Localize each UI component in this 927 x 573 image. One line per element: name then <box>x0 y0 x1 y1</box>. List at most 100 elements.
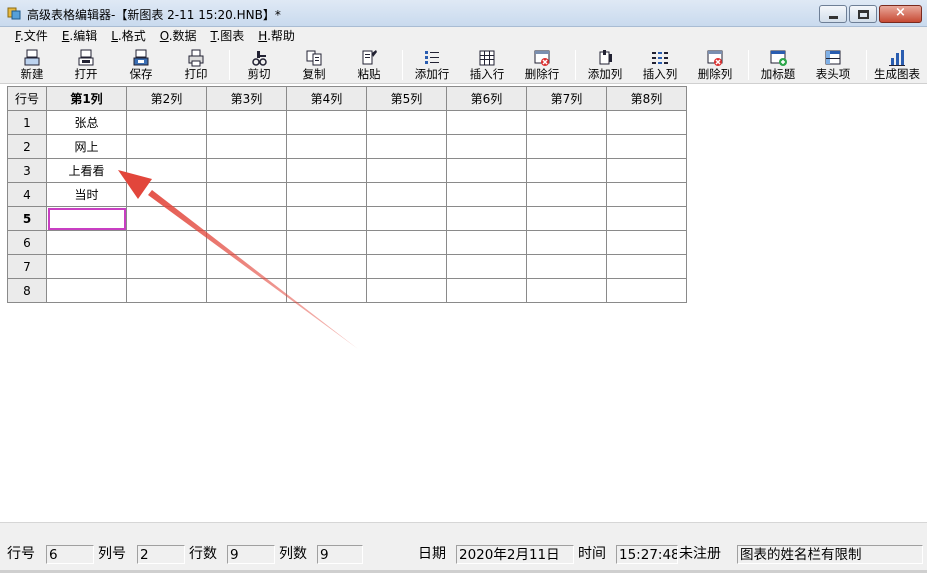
grid-cell[interactable] <box>366 278 447 303</box>
row-number-header[interactable]: 5 <box>7 206 47 231</box>
grid-cell[interactable] <box>526 254 607 279</box>
grid-cell[interactable] <box>206 110 287 135</box>
active-grid-cell[interactable] <box>46 206 127 231</box>
column-header-5[interactable]: 第5列 <box>366 86 447 111</box>
grid-cell[interactable] <box>126 134 207 159</box>
grid-cell[interactable] <box>446 158 527 183</box>
copy-button[interactable]: 复制 <box>288 48 340 82</box>
insert-column-button[interactable]: 插入列 <box>634 48 686 82</box>
grid-cell[interactable] <box>446 206 527 231</box>
grid-cell[interactable] <box>366 110 447 135</box>
grid-cell[interactable] <box>366 158 447 183</box>
grid-cell[interactable] <box>366 206 447 231</box>
row-number-header[interactable]: 4 <box>7 182 47 207</box>
grid-cell[interactable] <box>206 230 287 255</box>
grid-cell[interactable] <box>606 254 687 279</box>
delete-row-button[interactable]: 删除行 <box>516 48 568 82</box>
maximize-button[interactable] <box>849 5 877 23</box>
grid-cell[interactable] <box>286 254 367 279</box>
grid-cell[interactable] <box>446 110 527 135</box>
column-header-2[interactable]: 第2列 <box>126 86 207 111</box>
delete-column-button[interactable]: 删除列 <box>689 48 741 82</box>
grid-cell[interactable] <box>526 206 607 231</box>
grid-cell[interactable] <box>46 254 127 279</box>
column-header-4[interactable]: 第4列 <box>286 86 367 111</box>
menu-file[interactable]: F.文件 <box>8 28 55 45</box>
grid-cell[interactable] <box>206 134 287 159</box>
grid-cell[interactable] <box>526 110 607 135</box>
grid-cell[interactable] <box>366 182 447 207</box>
add-title-button[interactable]: 加标题 <box>752 48 804 82</box>
column-header-6[interactable]: 第6列 <box>446 86 527 111</box>
grid-cell[interactable] <box>126 254 207 279</box>
grid-cell[interactable] <box>126 110 207 135</box>
grid-cell[interactable] <box>206 206 287 231</box>
grid-cell[interactable] <box>606 158 687 183</box>
new-button[interactable]: 新建 <box>6 48 58 82</box>
grid-cell[interactable] <box>126 206 207 231</box>
column-header-8[interactable]: 第8列 <box>606 86 687 111</box>
grid-cell[interactable] <box>126 230 207 255</box>
open-button[interactable]: 打开 <box>60 48 112 82</box>
grid-cell[interactable] <box>206 158 287 183</box>
menu-format[interactable]: L.格式 <box>104 28 153 45</box>
close-button[interactable]: × <box>879 5 922 23</box>
grid-cell[interactable] <box>606 278 687 303</box>
grid-cell[interactable] <box>606 206 687 231</box>
row-number-header[interactable]: 1 <box>7 110 47 135</box>
grid-cell[interactable] <box>606 110 687 135</box>
paste-button[interactable]: 粘贴 <box>343 48 395 82</box>
grid-cell[interactable] <box>206 278 287 303</box>
grid-cell[interactable] <box>526 182 607 207</box>
grid-cell[interactable] <box>606 134 687 159</box>
column-header-7[interactable]: 第7列 <box>526 86 607 111</box>
grid-cell[interactable] <box>286 134 367 159</box>
grid-cell[interactable]: 网上 <box>46 134 127 159</box>
grid-cell[interactable]: 当时 <box>46 182 127 207</box>
menu-help[interactable]: H.帮助 <box>251 28 302 45</box>
grid-cell[interactable] <box>366 254 447 279</box>
grid-cell[interactable] <box>286 110 367 135</box>
grid-cell[interactable] <box>446 254 527 279</box>
row-number-header[interactable]: 3 <box>7 158 47 183</box>
grid-cell[interactable] <box>286 230 367 255</box>
grid-cell[interactable] <box>46 230 127 255</box>
grid-cell[interactable] <box>526 158 607 183</box>
add-column-button[interactable]: 添加列 <box>579 48 631 82</box>
grid-cell[interactable] <box>526 230 607 255</box>
minimize-button[interactable] <box>819 5 847 23</box>
grid-cell[interactable] <box>46 278 127 303</box>
grid-cell[interactable] <box>606 182 687 207</box>
cut-button[interactable]: 剪切 <box>233 48 285 82</box>
row-number-header[interactable]: 8 <box>7 278 47 303</box>
row-number-header[interactable]: 7 <box>7 254 47 279</box>
grid-cell[interactable] <box>206 254 287 279</box>
grid-cell[interactable] <box>126 278 207 303</box>
print-button[interactable]: 打印 <box>170 48 222 82</box>
grid-cell[interactable] <box>446 278 527 303</box>
grid-cell[interactable] <box>446 182 527 207</box>
grid-cell[interactable] <box>286 182 367 207</box>
column-header-1[interactable]: 第1列 <box>46 86 127 111</box>
column-header-3[interactable]: 第3列 <box>206 86 287 111</box>
grid-cell[interactable] <box>126 158 207 183</box>
grid-cell[interactable]: 张总 <box>46 110 127 135</box>
generate-chart-button[interactable]: 生成图表 <box>870 48 924 82</box>
save-button[interactable]: 保存 <box>115 48 167 82</box>
menu-chart[interactable]: T.图表 <box>204 28 252 45</box>
grid-cell[interactable] <box>366 230 447 255</box>
grid-cell[interactable] <box>526 134 607 159</box>
header-item-button[interactable]: 表头项 <box>807 48 859 82</box>
grid-cell[interactable] <box>446 230 527 255</box>
grid-cell[interactable] <box>366 134 447 159</box>
grid-cell[interactable] <box>286 158 367 183</box>
grid-cell[interactable] <box>446 134 527 159</box>
menu-data[interactable]: O.数据 <box>153 28 204 45</box>
grid-cell[interactable] <box>126 182 207 207</box>
grid-cell[interactable]: 上看看 <box>46 158 127 183</box>
grid-cell[interactable] <box>526 278 607 303</box>
grid-cell[interactable] <box>286 206 367 231</box>
grid-cell[interactable] <box>606 230 687 255</box>
add-row-button[interactable]: 添加行 <box>406 48 458 82</box>
menu-edit[interactable]: E.编辑 <box>55 28 104 45</box>
